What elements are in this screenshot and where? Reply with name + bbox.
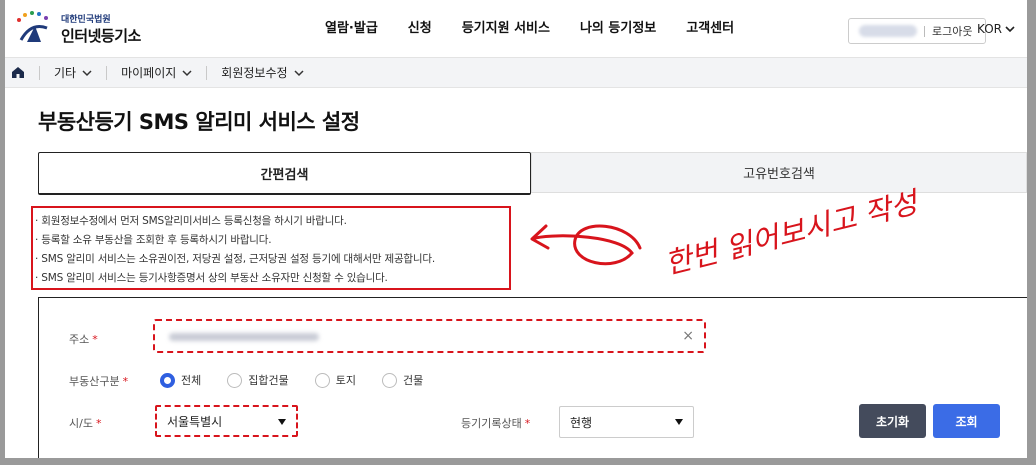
- radio-land-label: 토지: [335, 374, 356, 387]
- notice-box: · 회원정보수정에서 먼저 SMS알리미서비스 등록신청을 하시기 바랍니다. …: [31, 206, 511, 290]
- caret-down-icon: [278, 419, 286, 425]
- radio-all[interactable]: 전체: [160, 372, 201, 388]
- language-select[interactable]: KOR: [977, 22, 1015, 36]
- home-icon[interactable]: [11, 66, 25, 80]
- logout-button[interactable]: 로그아웃: [932, 23, 972, 39]
- property-type-radios: 전체 집합건물 토지 건물: [160, 372, 423, 388]
- address-label: 주소 *: [69, 331, 98, 347]
- address-label-text: 주소: [69, 333, 90, 346]
- breadcrumb-member-edit[interactable]: 회원정보수정: [221, 64, 304, 81]
- radio-land[interactable]: 토지: [314, 372, 356, 388]
- logo-title: 인터넷등기소: [61, 27, 141, 45]
- required-mark: *: [92, 333, 98, 346]
- util-divider: [924, 25, 925, 37]
- breadcrumb-divider: [106, 65, 108, 80]
- sido-value: 서울특별시: [167, 414, 223, 429]
- nav-apply[interactable]: 신청: [408, 17, 432, 36]
- court-emblem-icon: [17, 11, 48, 42]
- radio-all-label: 전체: [181, 374, 202, 387]
- reset-button[interactable]: 초기화: [859, 404, 926, 438]
- breadcrumb-etc-label: 기타: [54, 66, 77, 80]
- radio-building-label: 건물: [402, 374, 424, 387]
- sido-label-text: 시/도: [69, 417, 93, 430]
- search-button[interactable]: 조회: [933, 404, 1000, 438]
- sido-label: 시/도 *: [69, 415, 101, 431]
- breadcrumb-member-edit-label: 회원정보수정: [221, 66, 288, 80]
- chevron-down-icon: [82, 69, 92, 76]
- breadcrumb-mypage[interactable]: 마이페이지: [121, 64, 192, 81]
- record-status-value: 현행: [570, 415, 593, 430]
- nav-customer-center[interactable]: 고객센터: [686, 17, 734, 36]
- required-mark: *: [524, 417, 531, 430]
- main-nav: 열람·발급 신청 등기지원 서비스 나의 등기정보 고객센터: [325, 0, 734, 52]
- chevron-down-icon: [182, 69, 192, 76]
- record-status-label-text: 등기기록상태: [461, 417, 522, 430]
- tab-simple-search[interactable]: 간편검색: [38, 152, 531, 195]
- nav-support[interactable]: 등기지원 서비스: [462, 17, 550, 36]
- address-input[interactable]: ×: [153, 319, 706, 353]
- radio-unselected-icon: [227, 372, 243, 388]
- page-title: 부동산등기 SMS 알리미 서비스 설정: [38, 110, 360, 134]
- site-header: 대한민국법원 인터넷등기소 열람·발급 신청 등기지원 서비스 나의 등기정보 …: [5, 0, 1027, 58]
- record-status-label: 등기기록상태 *: [461, 415, 530, 431]
- search-form: 주소 * × 부동산구분 * 전체 집합건물 토지 건물 시/도 * 서울특별시 등기…: [38, 297, 1027, 458]
- nav-view-issue[interactable]: 열람·발급: [325, 17, 378, 36]
- chevron-down-icon: [1005, 26, 1015, 33]
- radio-unselected-icon: [381, 372, 397, 388]
- notice-item: · 회원정보수정에서 먼저 SMS알리미서비스 등록신청을 하시기 바랍니다.: [35, 215, 347, 227]
- address-value-redacted: [169, 333, 319, 341]
- browser-frame: 대한민국법원 인터넷등기소 열람·발급 신청 등기지원 서비스 나의 등기정보 …: [5, 0, 1027, 458]
- user-name-redacted: [859, 25, 917, 37]
- annotation-text: 한번 읽어보시고 작성: [661, 184, 923, 280]
- radio-aggregate-label: 집합건물: [248, 374, 289, 387]
- breadcrumb-etc[interactable]: 기타: [54, 64, 92, 81]
- radio-building[interactable]: 건물: [381, 372, 424, 388]
- required-mark: *: [95, 417, 102, 430]
- language-label: KOR: [977, 22, 1002, 36]
- radio-selected-icon: [160, 372, 175, 388]
- breadcrumb: 기타 마이페이지 회원정보수정: [5, 58, 1027, 88]
- site-logo[interactable]: 대한민국법원 인터넷등기소: [13, 8, 173, 48]
- chevron-down-icon: [294, 69, 304, 76]
- sido-select[interactable]: 서울특별시: [155, 405, 298, 437]
- radio-aggregate-building[interactable]: 집합건물: [227, 372, 289, 388]
- annotation-arrow-icon: [533, 224, 642, 266]
- record-status-select[interactable]: 현행: [559, 406, 694, 438]
- notice-item: · 등록할 소유 부동산을 조회한 후 등록하시기 바랍니다.: [35, 234, 272, 246]
- logo-subtitle: 대한민국법원: [61, 15, 111, 25]
- close-icon[interactable]: ×: [682, 328, 694, 344]
- caret-down-icon: [675, 419, 683, 425]
- annotation-overlay: 한번 읽어보시고 작성: [530, 184, 924, 281]
- breadcrumb-divider: [206, 65, 208, 80]
- breadcrumb-divider: [39, 65, 40, 80]
- notice-item: · SMS 알리미 서비스는 등기사항증명서 상의 부동산 소유자만 신청할 수…: [35, 272, 388, 284]
- property-type-label: 부동산구분 *: [69, 373, 128, 389]
- notice-item: · SMS 알리미 서비스는 소유권이전, 저당권 설정, 근저당권 설정 등기…: [35, 253, 435, 265]
- property-type-label-text: 부동산구분: [69, 375, 120, 388]
- user-utility: 로그아웃: [848, 18, 986, 44]
- nav-my-info[interactable]: 나의 등기정보: [580, 17, 656, 36]
- radio-unselected-icon: [314, 372, 330, 388]
- breadcrumb-mypage-label: 마이페이지: [121, 66, 177, 80]
- required-mark: *: [122, 375, 129, 388]
